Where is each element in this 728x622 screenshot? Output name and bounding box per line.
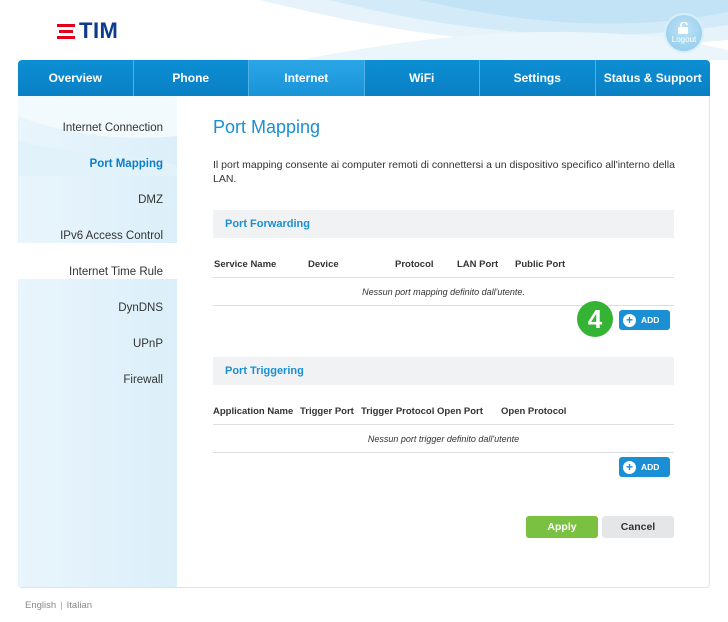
port-forwarding-title: Port Forwarding (225, 218, 310, 230)
tim-logo[interactable]: TIM (57, 18, 118, 44)
column-header-trigger-port: Trigger Port (300, 406, 354, 417)
add-label: ADD (641, 462, 660, 472)
column-header-protocol: Protocol (395, 259, 434, 270)
language-selector: English | Italian (25, 600, 92, 611)
divider (213, 452, 674, 453)
cancel-button[interactable]: Cancel (602, 516, 674, 538)
page-description: Il port mapping consente ai computer rem… (213, 159, 675, 185)
column-header-device: Device (308, 259, 339, 270)
column-header-lan-port: LAN Port (457, 259, 499, 270)
header: TIM Logout (0, 0, 728, 60)
tab-status-support[interactable]: Status & Support (595, 60, 710, 96)
tab-overview[interactable]: Overview (18, 60, 134, 96)
port-triggering-empty-message: Nessun port trigger definito dall'utente (367, 434, 520, 444)
column-header-application-name: Application Name (213, 406, 294, 417)
port-triggering-section-header: Port Triggering (213, 357, 674, 385)
port-triggering-title: Port Triggering (225, 365, 304, 377)
port-forwarding-empty-message: Nessun port mapping definito dall'utente… (362, 287, 525, 297)
sidebar-item-firewall[interactable]: Firewall (123, 374, 163, 386)
step-badge: 4 (577, 301, 613, 337)
port-forwarding-add-button[interactable]: + ADD (619, 310, 670, 330)
logout-label: Logout (671, 35, 697, 44)
main-nav: Overview Phone Internet WiFi Settings St… (18, 60, 710, 96)
tab-wifi[interactable]: WiFi (364, 60, 480, 96)
column-header-open-port: Open Port (437, 406, 483, 417)
sidebar-item-internet-time-rule[interactable]: Internet Time Rule (69, 266, 163, 278)
tab-phone[interactable]: Phone (133, 60, 249, 96)
divider (213, 277, 674, 278)
sidebar-item-dyndns[interactable]: DynDNS (118, 302, 163, 314)
apply-button[interactable]: Apply (526, 516, 598, 538)
language-italian[interactable]: Italian (67, 600, 92, 611)
plus-icon: + (623, 460, 636, 474)
logout-button[interactable]: Logout (664, 13, 704, 53)
sidebar-item-upnp[interactable]: UPnP (133, 338, 163, 350)
tab-settings[interactable]: Settings (480, 60, 596, 96)
logo-text: TIM (79, 18, 119, 43)
column-header-trigger-protocol: Trigger Protocol (361, 406, 435, 417)
column-header-service-name: Service Name (214, 259, 277, 270)
divider (213, 424, 674, 425)
sidebar-item-ipv6-access-control[interactable]: IPv6 Access Control (60, 230, 163, 242)
language-separator: | (60, 600, 63, 611)
column-header-public-port: Public Port (515, 259, 566, 270)
tab-internet[interactable]: Internet (249, 60, 365, 96)
sidebar-item-internet-connection[interactable]: Internet Connection (63, 122, 163, 134)
sidebar: Internet Connection Port Mapping DMZ IPv… (18, 96, 177, 587)
language-english[interactable]: English (25, 600, 56, 611)
plus-icon: + (623, 313, 636, 327)
port-triggering-add-button[interactable]: + ADD (619, 457, 670, 477)
tim-logo-icon (57, 22, 75, 40)
lock-icon (678, 22, 688, 34)
column-header-open-protocol: Open Protocol (501, 406, 567, 417)
sidebar-item-dmz[interactable]: DMZ (138, 194, 163, 206)
port-forwarding-section-header: Port Forwarding (213, 210, 674, 238)
add-label: ADD (641, 315, 660, 325)
sidebar-item-port-mapping[interactable]: Port Mapping (90, 158, 163, 170)
page-title: Port Mapping (213, 117, 321, 137)
